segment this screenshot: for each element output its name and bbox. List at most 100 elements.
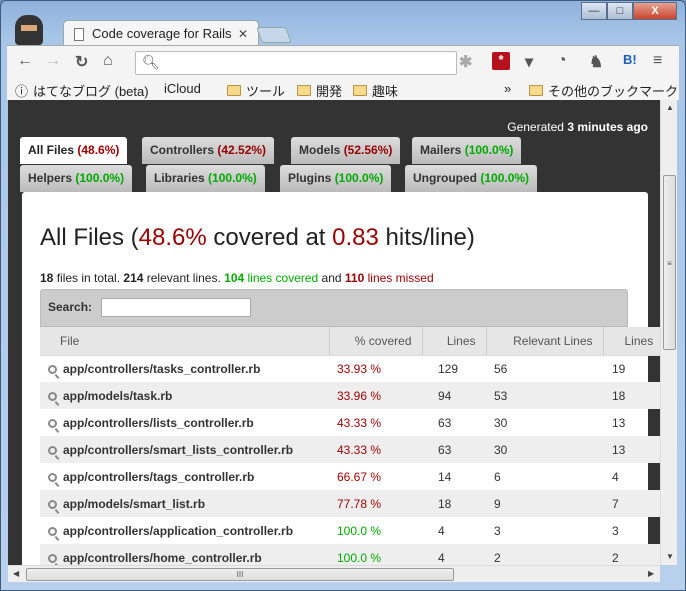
lines-missed: 13	[603, 436, 660, 463]
horizontal-scroll-thumb[interactable]: III	[26, 568, 454, 581]
file-link[interactable]: app/controllers/home_controller.rb	[63, 551, 262, 565]
bookmark-folder-hobby[interactable]: 趣味	[353, 81, 398, 100]
relevant-lines: 6	[494, 469, 501, 484]
percent-covered: 33.93 %	[337, 361, 382, 376]
scroll-left-icon[interactable]: ◀	[13, 569, 19, 578]
scroll-down-icon[interactable]: ▼	[666, 552, 674, 561]
bookmarks-overflow-button[interactable]: »	[504, 81, 511, 96]
percent-covered: 66.67 %	[337, 469, 382, 484]
generated-timestamp: Generated 3 minutes ago	[507, 120, 648, 134]
lines: 4	[422, 544, 486, 565]
lines: 18	[422, 490, 486, 517]
tab-models[interactable]: Models (52.56%)	[291, 137, 401, 164]
folder-icon	[529, 85, 543, 96]
reload-icon[interactable]: ↻	[75, 52, 88, 72]
file-link[interactable]: app/controllers/application_controller.r…	[63, 524, 293, 538]
table-row: app/models/task.rb 33.96 % 94 53 18	[40, 382, 660, 409]
forward-icon[interactable]: →	[45, 52, 61, 70]
maximize-button[interactable]: □	[607, 2, 633, 20]
table-row: app/controllers/application_controller.r…	[40, 517, 660, 544]
home-icon[interactable]: ⌂	[103, 52, 113, 70]
tab-all-files[interactable]: All Files (48.6%)	[20, 137, 128, 164]
magnifier-icon[interactable]	[48, 418, 57, 428]
close-tab-icon[interactable]: ✕	[238, 21, 248, 47]
clock-icon[interactable]: ◔	[557, 52, 567, 70]
scroll-right-icon[interactable]: ▶	[648, 569, 654, 578]
table-row: app/models/smart_list.rb 77.78 % 18 9 7	[40, 490, 660, 517]
bookmark-folder-tools[interactable]: ツール	[227, 81, 285, 100]
tab-mailers[interactable]: Mailers (100.0%)	[412, 137, 522, 164]
table-row: app/controllers/lists_controller.rb 43.3…	[40, 409, 660, 436]
lines: 94	[422, 382, 486, 409]
column-header-lines[interactable]: Lines	[422, 327, 487, 356]
magnifier-icon[interactable]	[48, 391, 57, 401]
bookmark-folder-dev[interactable]: 開発	[297, 81, 342, 100]
file-link[interactable]: app/models/smart_list.rb	[63, 497, 205, 511]
folder-icon	[297, 85, 311, 96]
other-bookmarks[interactable]: その他のブックマーク	[529, 81, 678, 100]
file-link[interactable]: app/controllers/lists_controller.rb	[63, 416, 254, 430]
tab-ungrouped[interactable]: Ungrouped (100.0%)	[405, 165, 538, 192]
document-icon	[74, 28, 84, 41]
close-window-button[interactable]: X	[633, 2, 677, 20]
evernote-icon[interactable]: ♞	[589, 52, 603, 72]
browser-tab[interactable]: Code coverage for Rails ✕	[63, 20, 259, 47]
file-link[interactable]: app/controllers/tasks_controller.rb	[63, 362, 260, 376]
search-bar: Search:	[40, 289, 628, 327]
column-header-relevant-lines[interactable]: Relevant Lines	[486, 327, 604, 356]
lines: 63	[422, 436, 486, 463]
coverage-summary: 18 files in total. 214 relevant lines. 1…	[40, 271, 434, 285]
relevant-lines: 56	[494, 361, 508, 376]
relevant-lines: 30	[494, 415, 508, 430]
table-row: app/controllers/tags_controller.rb 66.67…	[40, 463, 660, 490]
magnifier-icon[interactable]	[48, 445, 57, 455]
file-link[interactable]: app/controllers/tags_controller.rb	[63, 470, 254, 484]
magnifier-icon[interactable]	[48, 553, 57, 563]
tab-helpers[interactable]: Helpers (100.0%)	[20, 165, 133, 192]
search-input[interactable]	[101, 298, 251, 317]
ninja-avatar-icon	[15, 15, 43, 45]
extension-puzzle-icon[interactable]: ✱	[459, 52, 472, 72]
magnifier-icon[interactable]	[48, 499, 57, 509]
window-controls: — □ X	[581, 2, 677, 20]
new-tab-button[interactable]	[256, 27, 292, 43]
pocket-icon[interactable]: ▾	[525, 52, 533, 72]
back-icon[interactable]: ←	[17, 52, 33, 70]
file-table: File % covered Lines Relevant Lines Line…	[40, 327, 660, 565]
tab-plugins[interactable]: Plugins (100.0%)	[280, 165, 392, 192]
file-link[interactable]: app/models/task.rb	[63, 389, 172, 403]
menu-icon[interactable]: ≡	[653, 52, 662, 70]
lines: 63	[438, 415, 452, 430]
file-link[interactable]: app/controllers/smart_lists_controller.r…	[63, 443, 293, 457]
magnifier-icon[interactable]	[48, 526, 57, 536]
lastpass-icon[interactable]: *	[492, 52, 510, 70]
hatena-icon: ⓘ	[15, 84, 29, 99]
tab-libraries[interactable]: Libraries (100.0%)	[146, 165, 265, 192]
percent-covered: 43.33 %	[329, 436, 422, 463]
column-header-file[interactable]: File	[40, 327, 330, 356]
relevant-lines: 30	[486, 436, 603, 463]
address-bar[interactable]: 🔍︎	[135, 51, 457, 75]
bookmark-hatena[interactable]: ⓘ はてなブログ (beta)	[15, 81, 149, 100]
lines-missed: 7	[603, 490, 660, 517]
lines: 14	[438, 469, 452, 484]
tab-controllers[interactable]: Controllers (42.52%)	[142, 137, 275, 164]
column-header-covered[interactable]: % covered	[329, 327, 423, 356]
magnifier-icon[interactable]	[48, 364, 57, 374]
page-title: All Files (48.6% covered at 0.83 hits/li…	[40, 224, 475, 251]
magnifier-icon[interactable]	[48, 472, 57, 482]
scroll-up-icon[interactable]: ▲	[666, 103, 674, 112]
tab-title: Code coverage for Rails	[92, 26, 232, 41]
bookmark-icloud[interactable]: iCloud	[159, 81, 201, 96]
vertical-scroll-thumb[interactable]: ≡	[663, 175, 676, 350]
lines-missed: 4	[612, 469, 619, 484]
percent-covered: 43.33 %	[337, 415, 382, 430]
column-header-lines-missed[interactable]: Lines	[603, 327, 660, 356]
hatena-bookmark-icon[interactable]: B!	[623, 52, 637, 67]
bookmarks-bar: ⓘ はてなブログ (beta) iCloud ツール 開発 趣味 » その他のブッ…	[7, 78, 679, 100]
lines-missed: 13	[612, 415, 626, 430]
vertical-scrollbar[interactable]: ▲ ≡ ▼	[660, 100, 677, 565]
minimize-button[interactable]: —	[581, 2, 607, 20]
browser-toolbar: ← → ↻ ⌂ 🔍︎ ✱ * ▾ ◔ ♞ B! ≡	[7, 45, 679, 78]
horizontal-scrollbar[interactable]: ◀ III ▶	[8, 565, 660, 582]
